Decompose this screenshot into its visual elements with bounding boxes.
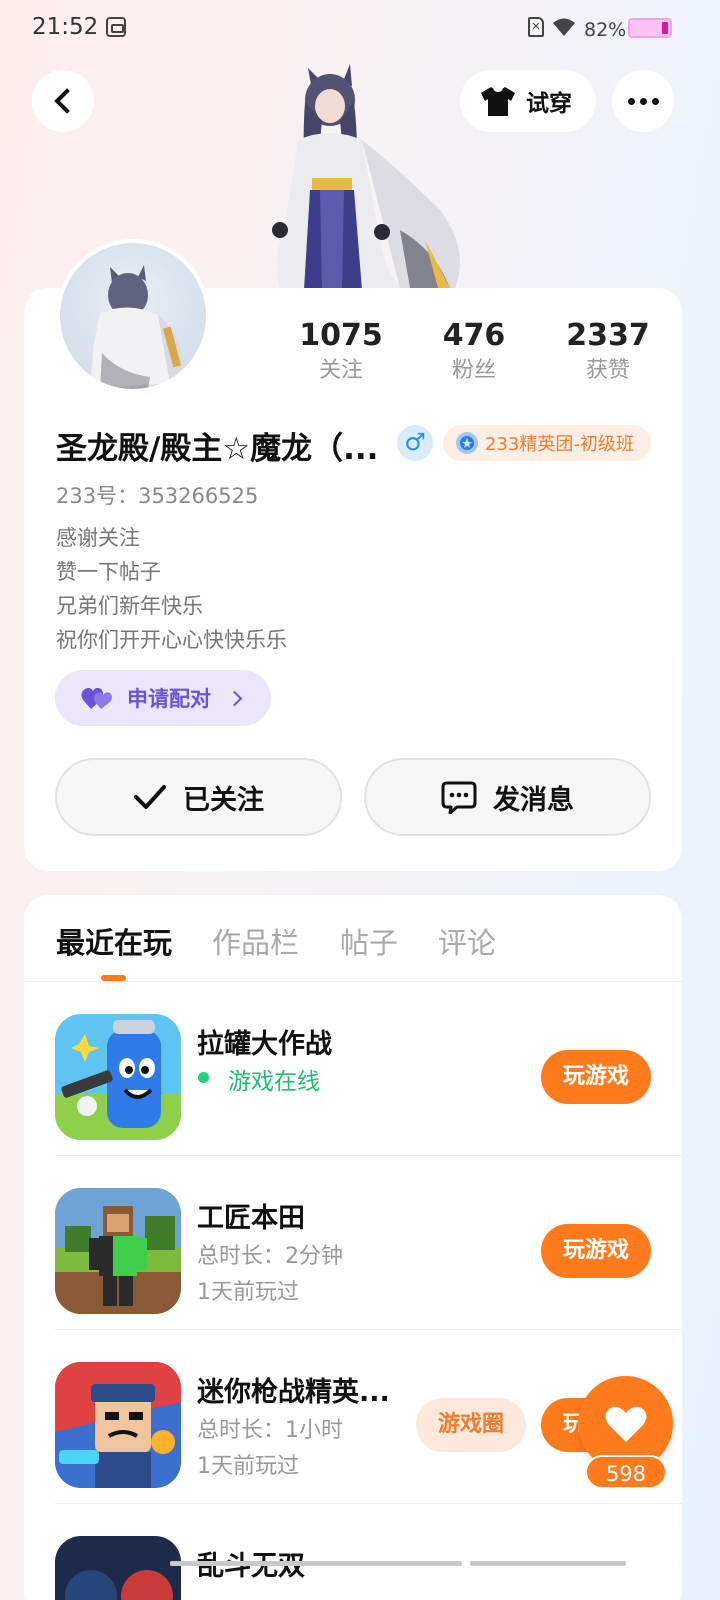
stat-value: 1075: [299, 318, 383, 353]
user-name: 圣龙殿/殿主☆魔龙（...: [56, 431, 379, 467]
chat-icon: [441, 781, 477, 814]
bio-line: 祝你们开开心心快快乐乐: [56, 628, 287, 652]
stat-value: 476: [442, 318, 506, 353]
game-icon-can-battle: [55, 1014, 181, 1140]
more-button[interactable]: [612, 70, 674, 132]
profile-stats: 1075 关注 476 粉丝 2337 获赞: [276, 318, 676, 390]
avatar[interactable]: [56, 239, 210, 393]
game-name: 工匠本田: [197, 1203, 305, 1234]
scroll-indicator: [170, 1561, 462, 1566]
scroll-indicator: [470, 1561, 626, 1566]
game-online-status: 游戏在线: [228, 1069, 320, 1095]
like-count: 598: [585, 1455, 667, 1489]
online-status-icon: [198, 1072, 209, 1083]
battery-percent: 82%: [584, 19, 627, 41]
game-row[interactable]: 工匠本田 总时长：2分钟 1天前玩过 玩游戏: [55, 1156, 682, 1330]
bio-line: 赞一下帖子: [56, 560, 161, 584]
tab-works[interactable]: 作品栏: [212, 920, 299, 962]
stat-following[interactable]: 1075 关注: [276, 318, 406, 388]
play-game-button[interactable]: 玩游戏: [541, 1224, 651, 1278]
game-row[interactable]: 乱斗无双: [55, 1504, 682, 1600]
tryon-label: 试穿: [526, 91, 572, 117]
game-last-played: 1天前玩过: [197, 1454, 299, 1479]
bio: 感谢关注 赞一下帖子 兄弟们新年快乐 祝你们开开心心快快乐乐: [56, 521, 287, 657]
message-label: 发消息: [493, 784, 574, 816]
app-icon: [106, 17, 126, 37]
chevron-right-icon: [226, 690, 243, 706]
stat-followers[interactable]: 476 粉丝: [409, 318, 539, 388]
status-time: 21:52: [32, 14, 99, 40]
message-button[interactable]: 发消息: [364, 758, 651, 836]
game-icon-mini-gun-elite: [55, 1362, 181, 1488]
check-icon: [134, 785, 166, 809]
game-name: 迷你枪战精英...: [197, 1377, 390, 1408]
rank-medal-icon: [456, 432, 478, 454]
pair-label: 申请配对: [127, 687, 211, 711]
stat-label: 粉丝: [451, 358, 496, 383]
sim-icon: ✕: [528, 17, 544, 37]
stat-label: 关注: [318, 358, 363, 383]
rank-badge[interactable]: 233精英团-初级班: [443, 425, 651, 461]
back-button[interactable]: [32, 70, 94, 132]
follow-button[interactable]: 已关注: [55, 758, 342, 836]
stat-value: 2337: [566, 318, 650, 353]
game-icon-brawl-warriors: [55, 1536, 181, 1600]
tryon-button[interactable]: 试穿: [460, 70, 596, 132]
user-id: 233号：353266525: [56, 484, 259, 508]
bio-line: 感谢关注: [56, 526, 140, 550]
tab-comments[interactable]: 评论: [438, 920, 496, 962]
game-icon-craftsman-honda: [55, 1188, 181, 1314]
bio-line: 兄弟们新年快乐: [56, 594, 203, 618]
play-game-button[interactable]: 玩游戏: [541, 1050, 651, 1104]
game-row[interactable]: 拉罐大作战 游戏在线 玩游戏: [55, 982, 682, 1156]
heart-icon: [605, 1406, 646, 1442]
heart-pair-icon: [81, 687, 112, 709]
tshirt-icon: [481, 87, 515, 116]
game-duration: 总时长：2分钟: [197, 1244, 343, 1269]
wifi-icon: [553, 18, 575, 36]
follow-label: 已关注: [183, 784, 264, 816]
stat-likes[interactable]: 2337 获赞: [543, 318, 673, 388]
stat-label: 获赞: [585, 358, 630, 383]
more-icon: [627, 97, 635, 105]
status-bar: 21:52 ✕ 82%: [0, 0, 720, 56]
rank-badge-label: 233精英团-初级班: [485, 434, 634, 455]
male-gender-icon: ♂: [397, 425, 433, 461]
game-last-played: 1天前玩过: [197, 1280, 299, 1305]
game-duration: 总时长：1小时: [197, 1418, 343, 1443]
tab-posts[interactable]: 帖子: [340, 920, 398, 962]
battery-icon: [628, 18, 672, 38]
game-name: 拉罐大作战: [197, 1029, 332, 1060]
character-figure: [250, 60, 480, 290]
game-circle-button[interactable]: 游戏圈: [416, 1398, 526, 1452]
pair-request-button[interactable]: 申请配对: [55, 670, 271, 726]
tab-recently-played[interactable]: 最近在玩: [56, 920, 172, 962]
